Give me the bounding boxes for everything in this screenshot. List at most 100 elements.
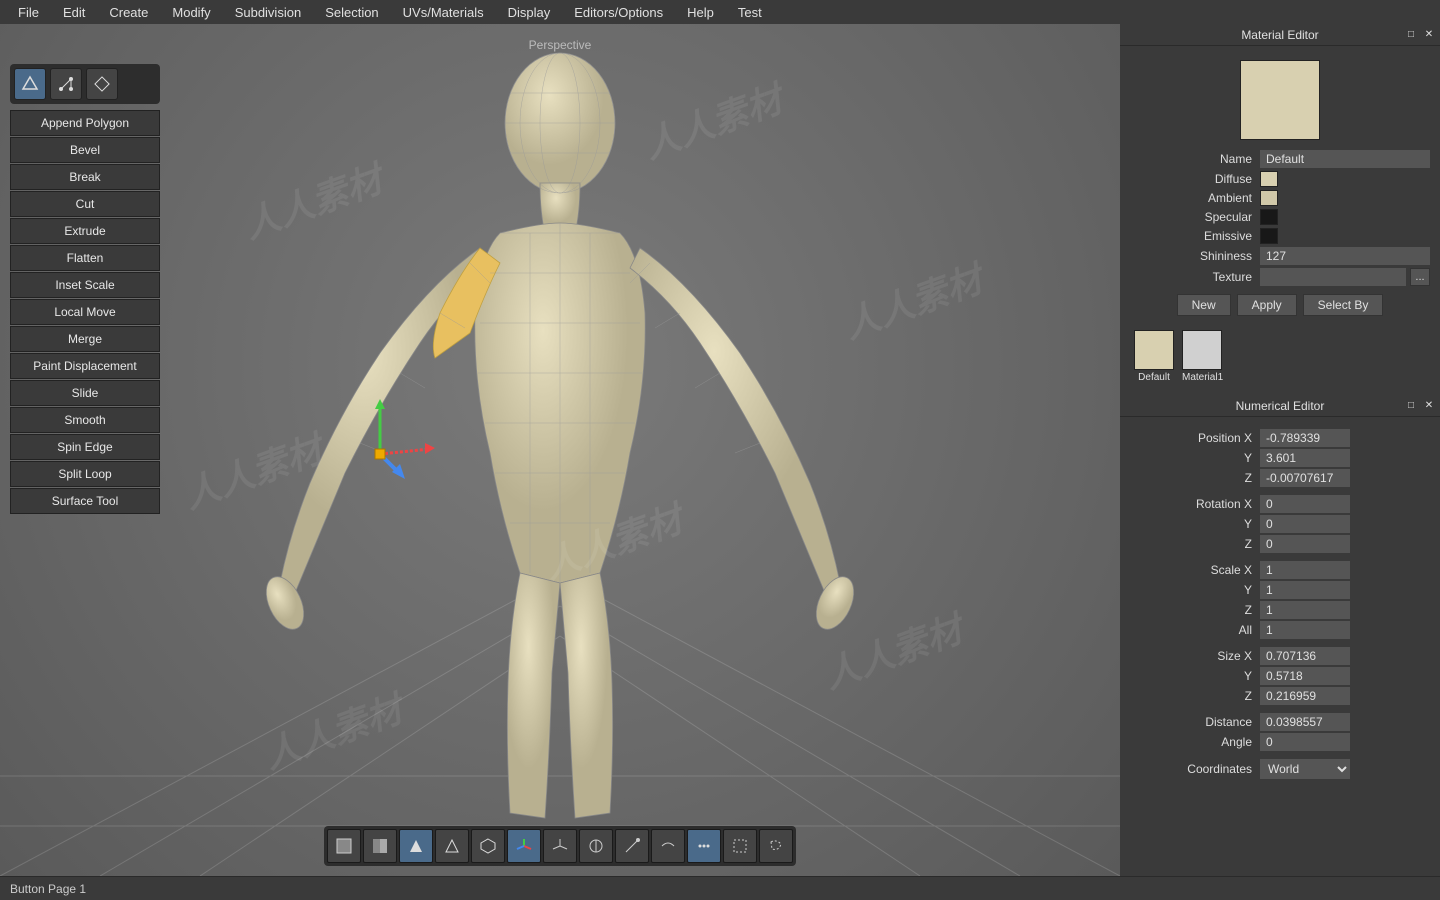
scale-z-input[interactable]	[1260, 601, 1350, 619]
rotation-x-label: Rotation X	[1130, 497, 1260, 511]
material-editor-title: Material Editor	[1241, 28, 1318, 42]
axis-mode-1-icon[interactable]	[507, 829, 541, 863]
menu-display[interactable]: Display	[498, 3, 561, 22]
menu-help[interactable]: Help	[677, 3, 724, 22]
menu-editors-options[interactable]: Editors/Options	[564, 3, 673, 22]
tool-local-move[interactable]: Local Move	[10, 299, 160, 325]
size-y-label: Y	[1130, 669, 1260, 683]
menu-modify[interactable]: Modify	[162, 3, 220, 22]
mannequin-model[interactable]	[180, 23, 940, 843]
transform-gizmo[interactable]	[340, 394, 440, 494]
apply-material-button[interactable]: Apply	[1237, 294, 1297, 316]
size-z-label: Z	[1130, 689, 1260, 703]
texture-label: Texture	[1130, 270, 1260, 284]
shade-mode-1-icon[interactable]	[327, 829, 361, 863]
ambient-label: Ambient	[1130, 191, 1260, 205]
size-z-input[interactable]	[1260, 687, 1350, 705]
panel-maximize-icon[interactable]: □	[1404, 399, 1418, 413]
size-x-input[interactable]	[1260, 647, 1350, 665]
panel-close-icon[interactable]: ✕	[1422, 399, 1436, 413]
rotation-x-input[interactable]	[1260, 495, 1350, 513]
material-name-input[interactable]	[1260, 150, 1430, 168]
tool-cut[interactable]: Cut	[10, 191, 160, 217]
axis-mode-5-icon[interactable]	[651, 829, 685, 863]
menu-test[interactable]: Test	[728, 3, 772, 22]
scale-all-label: All	[1130, 623, 1260, 637]
tool-bevel[interactable]: Bevel	[10, 137, 160, 163]
diffuse-label: Diffuse	[1130, 172, 1260, 186]
distance-input[interactable]	[1260, 713, 1350, 731]
emissive-color-chip[interactable]	[1260, 228, 1278, 244]
tool-extrude[interactable]: Extrude	[10, 218, 160, 244]
tool-append-polygon[interactable]: Append Polygon	[10, 110, 160, 136]
menu-create[interactable]: Create	[99, 3, 158, 22]
diffuse-color-chip[interactable]	[1260, 171, 1278, 187]
tool-spin-edge[interactable]: Spin Edge	[10, 434, 160, 460]
angle-input[interactable]	[1260, 733, 1350, 751]
mode-face-icon[interactable]	[86, 68, 118, 100]
tool-slide[interactable]: Slide	[10, 380, 160, 406]
rotation-y-input[interactable]	[1260, 515, 1350, 533]
coordinates-label: Coordinates	[1130, 762, 1260, 776]
size-y-input[interactable]	[1260, 667, 1350, 685]
viewport[interactable]: Perspective Append Polygon Bevel Break C…	[0, 24, 1120, 876]
select-mode-3-icon[interactable]	[759, 829, 793, 863]
panel-maximize-icon[interactable]: □	[1404, 28, 1418, 42]
tool-flatten[interactable]: Flatten	[10, 245, 160, 271]
viewport-label: Perspective	[529, 38, 592, 52]
numerical-editor-title: Numerical Editor	[1236, 399, 1325, 413]
new-material-button[interactable]: New	[1177, 294, 1231, 316]
position-z-input[interactable]	[1260, 469, 1350, 487]
tool-paint-displacement[interactable]: Paint Displacement	[10, 353, 160, 379]
select-by-material-button[interactable]: Select By	[1303, 294, 1384, 316]
tool-surface-tool[interactable]: Surface Tool	[10, 488, 160, 514]
material-item-material1[interactable]: Material1	[1182, 330, 1223, 383]
shade-mode-4-icon[interactable]	[435, 829, 469, 863]
shade-mode-2-icon[interactable]	[363, 829, 397, 863]
status-bar: Button Page 1	[0, 876, 1440, 900]
tool-break[interactable]: Break	[10, 164, 160, 190]
axis-mode-4-icon[interactable]	[615, 829, 649, 863]
scale-y-input[interactable]	[1260, 581, 1350, 599]
menu-edit[interactable]: Edit	[53, 3, 95, 22]
select-mode-1-icon[interactable]	[687, 829, 721, 863]
menu-bar: File Edit Create Modify Subdivision Sele…	[0, 0, 1440, 24]
position-y-input[interactable]	[1260, 449, 1350, 467]
left-toolbar: Append Polygon Bevel Break Cut Extrude F…	[10, 64, 160, 515]
shininess-input[interactable]	[1260, 247, 1430, 265]
specular-color-chip[interactable]	[1260, 209, 1278, 225]
coordinates-select[interactable]: World	[1260, 759, 1350, 779]
mode-edge-icon[interactable]	[50, 68, 82, 100]
material-editor-header: Material Editor □ ✕	[1120, 24, 1440, 46]
menu-file[interactable]: File	[8, 3, 49, 22]
menu-selection[interactable]: Selection	[315, 3, 388, 22]
axis-mode-2-icon[interactable]	[543, 829, 577, 863]
numerical-editor-panel: Position X Y Z Rotation X Y Z Scale X Y …	[1120, 421, 1440, 876]
tool-smooth[interactable]: Smooth	[10, 407, 160, 433]
numerical-editor-header: Numerical Editor □ ✕	[1120, 395, 1440, 417]
scale-all-input[interactable]	[1260, 621, 1350, 639]
tool-merge[interactable]: Merge	[10, 326, 160, 352]
emissive-label: Emissive	[1130, 229, 1260, 243]
rotation-z-input[interactable]	[1260, 535, 1350, 553]
name-label: Name	[1130, 152, 1260, 166]
material-preview-swatch[interactable]	[1240, 60, 1320, 140]
menu-uvs-materials[interactable]: UVs/Materials	[393, 3, 494, 22]
menu-subdivision[interactable]: Subdivision	[225, 3, 312, 22]
tool-inset-scale[interactable]: Inset Scale	[10, 272, 160, 298]
scale-x-input[interactable]	[1260, 561, 1350, 579]
material-item-default[interactable]: Default	[1134, 330, 1174, 383]
texture-browse-button[interactable]: ...	[1410, 268, 1430, 286]
select-mode-2-icon[interactable]	[723, 829, 757, 863]
shade-mode-5-icon[interactable]	[471, 829, 505, 863]
panel-close-icon[interactable]: ✕	[1422, 28, 1436, 42]
tool-split-loop[interactable]: Split Loop	[10, 461, 160, 487]
size-x-label: Size X	[1130, 649, 1260, 663]
texture-input[interactable]	[1260, 268, 1406, 286]
viewport-3d[interactable]	[0, 24, 1120, 876]
position-x-input[interactable]	[1260, 429, 1350, 447]
ambient-color-chip[interactable]	[1260, 190, 1278, 206]
axis-mode-3-icon[interactable]	[579, 829, 613, 863]
mode-vertex-icon[interactable]	[14, 68, 46, 100]
shade-mode-3-icon[interactable]	[399, 829, 433, 863]
